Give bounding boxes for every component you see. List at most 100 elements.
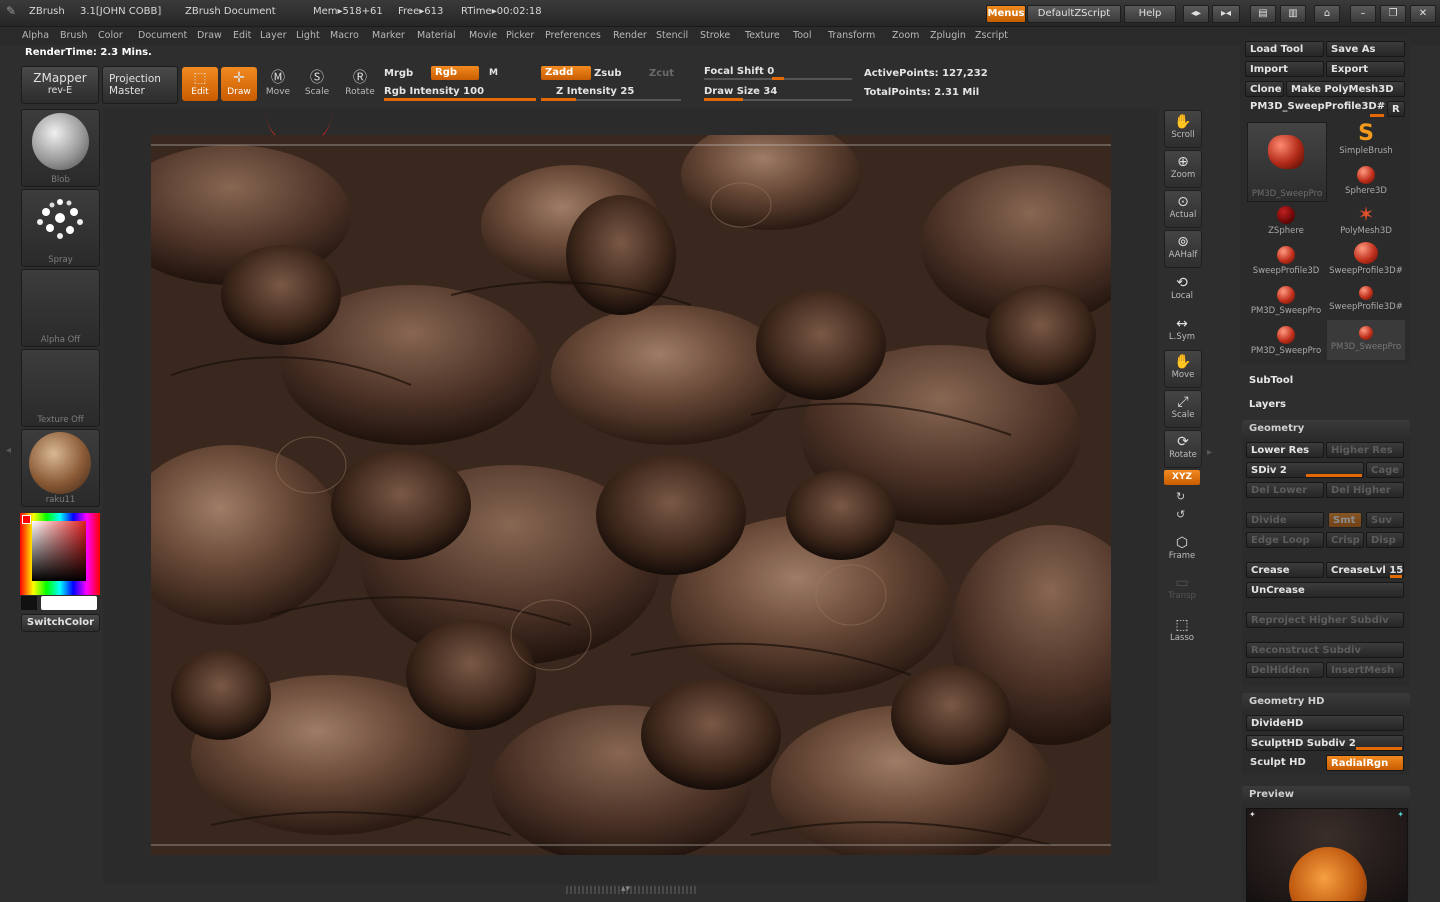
smt-toggle[interactable]: Smt <box>1328 512 1362 528</box>
export-button[interactable]: Export <box>1326 61 1405 77</box>
uncrease-button[interactable]: UnCrease <box>1246 582 1404 598</box>
lower-res-button[interactable]: Lower Res <box>1246 442 1324 458</box>
current-tool-thumbnail[interactable]: PM3D_SweepPro <box>1247 122 1327 202</box>
preview-viewport[interactable]: ✦ ✦ <box>1246 808 1408 902</box>
tool-sweepprofile3d-hash[interactable]: SweepProfile3D# <box>1327 240 1405 280</box>
layout-left-icon[interactable]: ▤ <box>1250 5 1276 23</box>
preview-header[interactable]: Preview <box>1242 786 1410 804</box>
menu-stroke[interactable]: Stroke <box>700 30 730 41</box>
load-tool-button[interactable]: Load Tool <box>1245 41 1324 57</box>
menu-material[interactable]: Material <box>417 30 456 41</box>
rgb-intensity-slider[interactable]: Rgb Intensity 100 <box>384 86 484 97</box>
del-lower-button[interactable]: Del Lower <box>1246 482 1324 498</box>
m-toggle[interactable]: M <box>489 68 498 78</box>
rotate-view-button[interactable]: ⟳ Rotate <box>1164 430 1202 468</box>
primary-color-swatch[interactable] <box>41 596 97 610</box>
edit-mode-button[interactable]: ⬚ Edit <box>182 67 218 101</box>
draw-size-slider[interactable]: Draw Size 34 <box>704 86 777 97</box>
help-button[interactable]: Help <box>1124 5 1176 23</box>
subtool-section[interactable]: SubTool <box>1249 375 1293 386</box>
rotate-mode-button[interactable]: Ⓡ Rotate <box>342 67 378 101</box>
edge-loop-button[interactable]: Edge Loop <box>1246 532 1324 548</box>
zcut-toggle[interactable]: Zcut <box>649 68 674 79</box>
minimize-icon[interactable]: – <box>1350 5 1376 23</box>
lsym-button[interactable]: ↔ L.Sym <box>1164 313 1200 349</box>
geometry-hd-header[interactable]: Geometry HD <box>1242 693 1410 711</box>
transp-button[interactable]: ▭ Transp <box>1164 572 1200 608</box>
menu-transform[interactable]: Transform <box>828 30 875 41</box>
zoom-button[interactable]: ⊕ Zoom <box>1164 150 1202 188</box>
switch-color-button[interactable]: SwitchColor <box>21 614 100 632</box>
clone-button[interactable]: Clone <box>1245 81 1284 97</box>
material-selector[interactable]: raku11 <box>21 429 100 507</box>
bottom-tray-arrow-icon[interactable]: ▴▾ <box>621 884 630 894</box>
preview-axis-icon[interactable]: ✦ <box>1397 810 1404 819</box>
layers-section[interactable]: Layers <box>1249 399 1286 410</box>
menu-movie[interactable]: Movie <box>469 30 497 41</box>
tool-r-button[interactable]: R <box>1387 101 1405 117</box>
menu-zscript[interactable]: Zscript <box>975 30 1008 41</box>
divide-button[interactable]: Divide <box>1246 512 1324 528</box>
frame-button[interactable]: ⬡ Frame <box>1164 532 1200 568</box>
tool-pm3d-sweep-a[interactable]: PM3D_SweepPro <box>1247 280 1325 320</box>
menu-layer[interactable]: Layer <box>260 30 287 41</box>
cage-button[interactable]: Cage <box>1366 462 1404 478</box>
shrink-icon[interactable]: ◂▸ <box>1183 5 1209 23</box>
canvas[interactable] <box>151 135 1111 855</box>
menu-preferences[interactable]: Preferences <box>545 30 601 41</box>
menu-texture[interactable]: Texture <box>745 30 780 41</box>
tool-pm3d-sweep-c[interactable]: PM3D_SweepPro <box>1327 320 1405 360</box>
reconstruct-subdiv-button[interactable]: Reconstruct Subdiv <box>1246 642 1404 658</box>
default-zscript-button[interactable]: DefaultZScript <box>1027 5 1121 23</box>
projection-master-button[interactable]: Projection Master <box>102 66 178 104</box>
higher-res-button[interactable]: Higher Res <box>1326 442 1404 458</box>
tool-zsphere[interactable]: ZSphere <box>1247 200 1325 240</box>
layout-right-icon[interactable]: ▥ <box>1280 5 1306 23</box>
z-intensity-slider[interactable]: Z Intensity 25 <box>556 86 634 97</box>
menu-light[interactable]: Light <box>296 30 320 41</box>
tool-sweepprofile3d[interactable]: SweepProfile3D <box>1247 240 1325 280</box>
expand-icon[interactable]: ▸◂ <box>1212 5 1240 23</box>
menu-zplugin[interactable]: Zplugin <box>930 30 966 41</box>
tool-sphere3d[interactable]: Sphere3D <box>1327 160 1405 200</box>
import-button[interactable]: Import <box>1245 61 1324 77</box>
z-rotate-icon[interactable]: ↺ <box>1176 508 1185 521</box>
y-rotate-icon[interactable]: ↻ <box>1176 490 1185 503</box>
suv-toggle[interactable]: Suv <box>1366 512 1404 528</box>
tool-polymesh3d[interactable]: ✶ PolyMesh3D <box>1327 200 1405 240</box>
focal-shift-knob[interactable] <box>772 77 784 80</box>
menu-picker[interactable]: Picker <box>506 30 534 41</box>
restore-icon[interactable]: ❐ <box>1380 5 1406 23</box>
radialrgn-toggle[interactable]: RadialRgn <box>1326 755 1404 771</box>
disp-slider[interactable]: Disp <box>1366 532 1404 548</box>
menu-zoom[interactable]: Zoom <box>892 30 919 41</box>
menu-alpha[interactable]: Alpha <box>22 30 49 41</box>
brush-selector[interactable]: Blob <box>21 109 100 187</box>
menu-marker[interactable]: Marker <box>372 30 405 41</box>
focal-shift-slider[interactable]: Focal Shift 0 <box>704 66 774 77</box>
dividehd-button[interactable]: DivideHD <box>1246 715 1404 731</box>
lasso-button[interactable]: ⬚ Lasso <box>1164 614 1200 650</box>
draw-mode-button[interactable]: ✛ Draw <box>221 67 257 101</box>
scroll-button[interactable]: ✋ Scroll <box>1164 110 1202 148</box>
scale-view-button[interactable]: ⤢ Scale <box>1164 390 1202 428</box>
move-mode-button[interactable]: Ⓜ Move <box>260 67 296 101</box>
move-view-button[interactable]: ✋ Move <box>1164 350 1202 388</box>
left-tray-arrow-icon[interactable]: ◂ <box>6 445 11 477</box>
color-picker[interactable] <box>20 513 100 595</box>
secondary-color-swatch[interactable] <box>21 596 37 610</box>
menu-render[interactable]: Render <box>613 30 647 41</box>
menu-color[interactable]: Color <box>98 30 123 41</box>
menu-brush[interactable]: Brush <box>60 30 87 41</box>
tool-pm3d-sweep-b[interactable]: PM3D_SweepPro <box>1247 320 1325 360</box>
make-polymesh-button[interactable]: Make PolyMesh3D <box>1286 81 1405 97</box>
actual-button[interactable]: ⊙ Actual <box>1164 190 1202 228</box>
local-button[interactable]: ⟲ Local <box>1164 272 1200 308</box>
mrgb-toggle[interactable]: Mrgb <box>384 68 413 79</box>
reproject-higher-subdiv-button[interactable]: Reproject Higher Subdiv <box>1246 612 1404 628</box>
zsub-toggle[interactable]: Zsub <box>594 68 621 79</box>
scale-mode-button[interactable]: Ⓢ Scale <box>299 67 335 101</box>
xyz-toggle[interactable]: XYZ <box>1164 470 1200 485</box>
menu-edit[interactable]: Edit <box>233 30 251 41</box>
del-higher-button[interactable]: Del Higher <box>1326 482 1404 498</box>
